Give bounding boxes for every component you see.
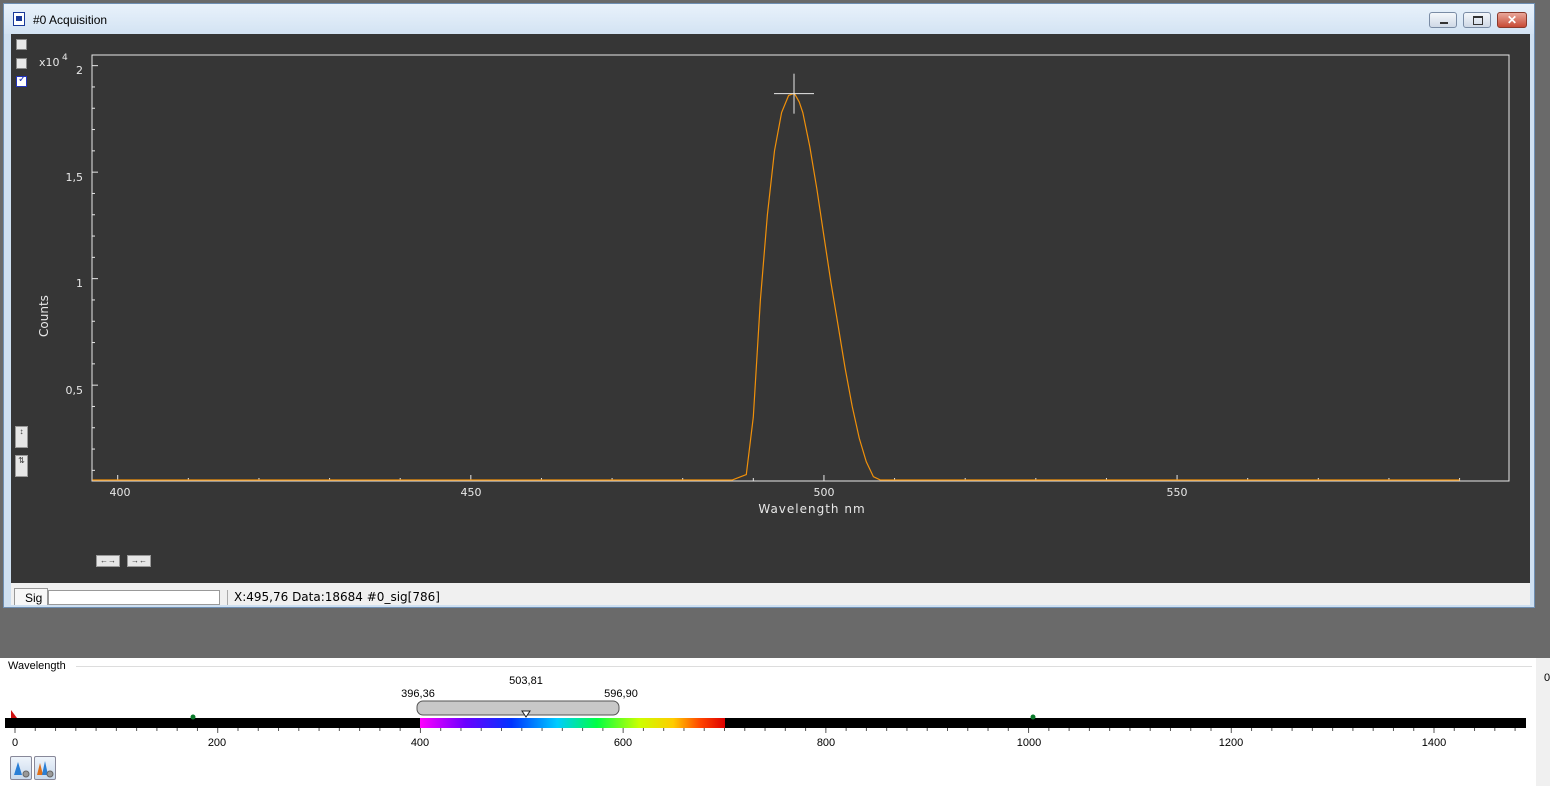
maximize-button[interactable] (1463, 12, 1491, 28)
y-axis-label: Counts (37, 295, 51, 337)
y-tick-label: 0,5 (66, 384, 84, 397)
spectrum-settings-icon (14, 762, 30, 778)
green-marker-icon[interactable] (190, 714, 196, 720)
x-axis-label: Wavelength nm (758, 502, 865, 516)
close-button[interactable] (1497, 12, 1527, 28)
scale-tick-label: 600 (614, 737, 632, 749)
plot-area[interactable]: ↕ ⇅ ←→ →← x10 4 Counts 2 1,5 1 0,5 400 4… (11, 34, 1530, 583)
plot-frame (91, 54, 1510, 482)
status-bar: Sig X:495,76 Data:18684 #0_sig[786] (11, 583, 1530, 605)
cursor-readout: X:495,76 Data:18684 #0_sig[786] (227, 590, 440, 605)
y-tick-label: 2 (76, 64, 83, 77)
scale-tick-label: 400 (411, 737, 429, 749)
x-tick-label: 400 (110, 486, 131, 499)
multi-spectrum-settings-icon (37, 761, 54, 778)
document-icon (13, 12, 25, 26)
sig-tab[interactable]: Sig (14, 588, 48, 605)
title-bar[interactable]: #0 Acquisition (4, 4, 1534, 34)
red-marker-icon[interactable] (11, 710, 17, 718)
wavelength-scale[interactable]: 396,36 503,81 596,90 0 200 400 600 800 1… (0, 658, 1536, 786)
scale-tick-label: 200 (208, 737, 226, 749)
wavelength-panel: Wavelength 396,36 503,81 596,90 0 200 40… (0, 658, 1536, 786)
exponent-power: 4 (62, 53, 68, 63)
acquisition-window: #0 Acquisition ↕ ⇅ ←→ →← x10 4 Counts 2 … (3, 3, 1535, 608)
range-min-value: 396,36 (401, 688, 435, 700)
green-marker-icon[interactable] (1030, 714, 1036, 720)
y-tick-label: 1 (76, 277, 83, 290)
scale-tick-label: 0 (12, 737, 18, 749)
x-tick-label: 550 (1167, 486, 1188, 499)
multi-spectrum-settings-button[interactable] (34, 756, 56, 780)
scale-tick-label: 1200 (1219, 737, 1243, 749)
right-panel-strip: 0 (1536, 658, 1550, 786)
visible-spectrum-band (420, 718, 725, 728)
range-slider[interactable] (416, 700, 620, 716)
x-tick-label: 500 (814, 486, 835, 499)
sig-field[interactable] (48, 590, 220, 605)
scale-tick-label: 1400 (1422, 737, 1446, 749)
scale-tick-label: 1000 (1017, 737, 1041, 749)
spectrum-chart: x10 4 Counts 2 1,5 1 0,5 400 450 500 550… (37, 53, 1510, 516)
exponent-label: x10 (39, 56, 60, 69)
right-panel-value: 0 (1544, 672, 1550, 684)
x-tick-label: 450 (461, 486, 482, 499)
spectrum-settings-button[interactable] (10, 756, 32, 780)
window-title: #0 Acquisition (33, 13, 108, 27)
scale-tick-label: 800 (817, 737, 835, 749)
range-max-value: 596,90 (604, 688, 638, 700)
scale-minor-ticks (14, 728, 1516, 733)
scale-bar (5, 718, 1526, 728)
minimize-button[interactable] (1429, 12, 1457, 28)
range-center-value: 503,81 (509, 675, 543, 687)
y-tick-label: 1,5 (66, 171, 84, 184)
